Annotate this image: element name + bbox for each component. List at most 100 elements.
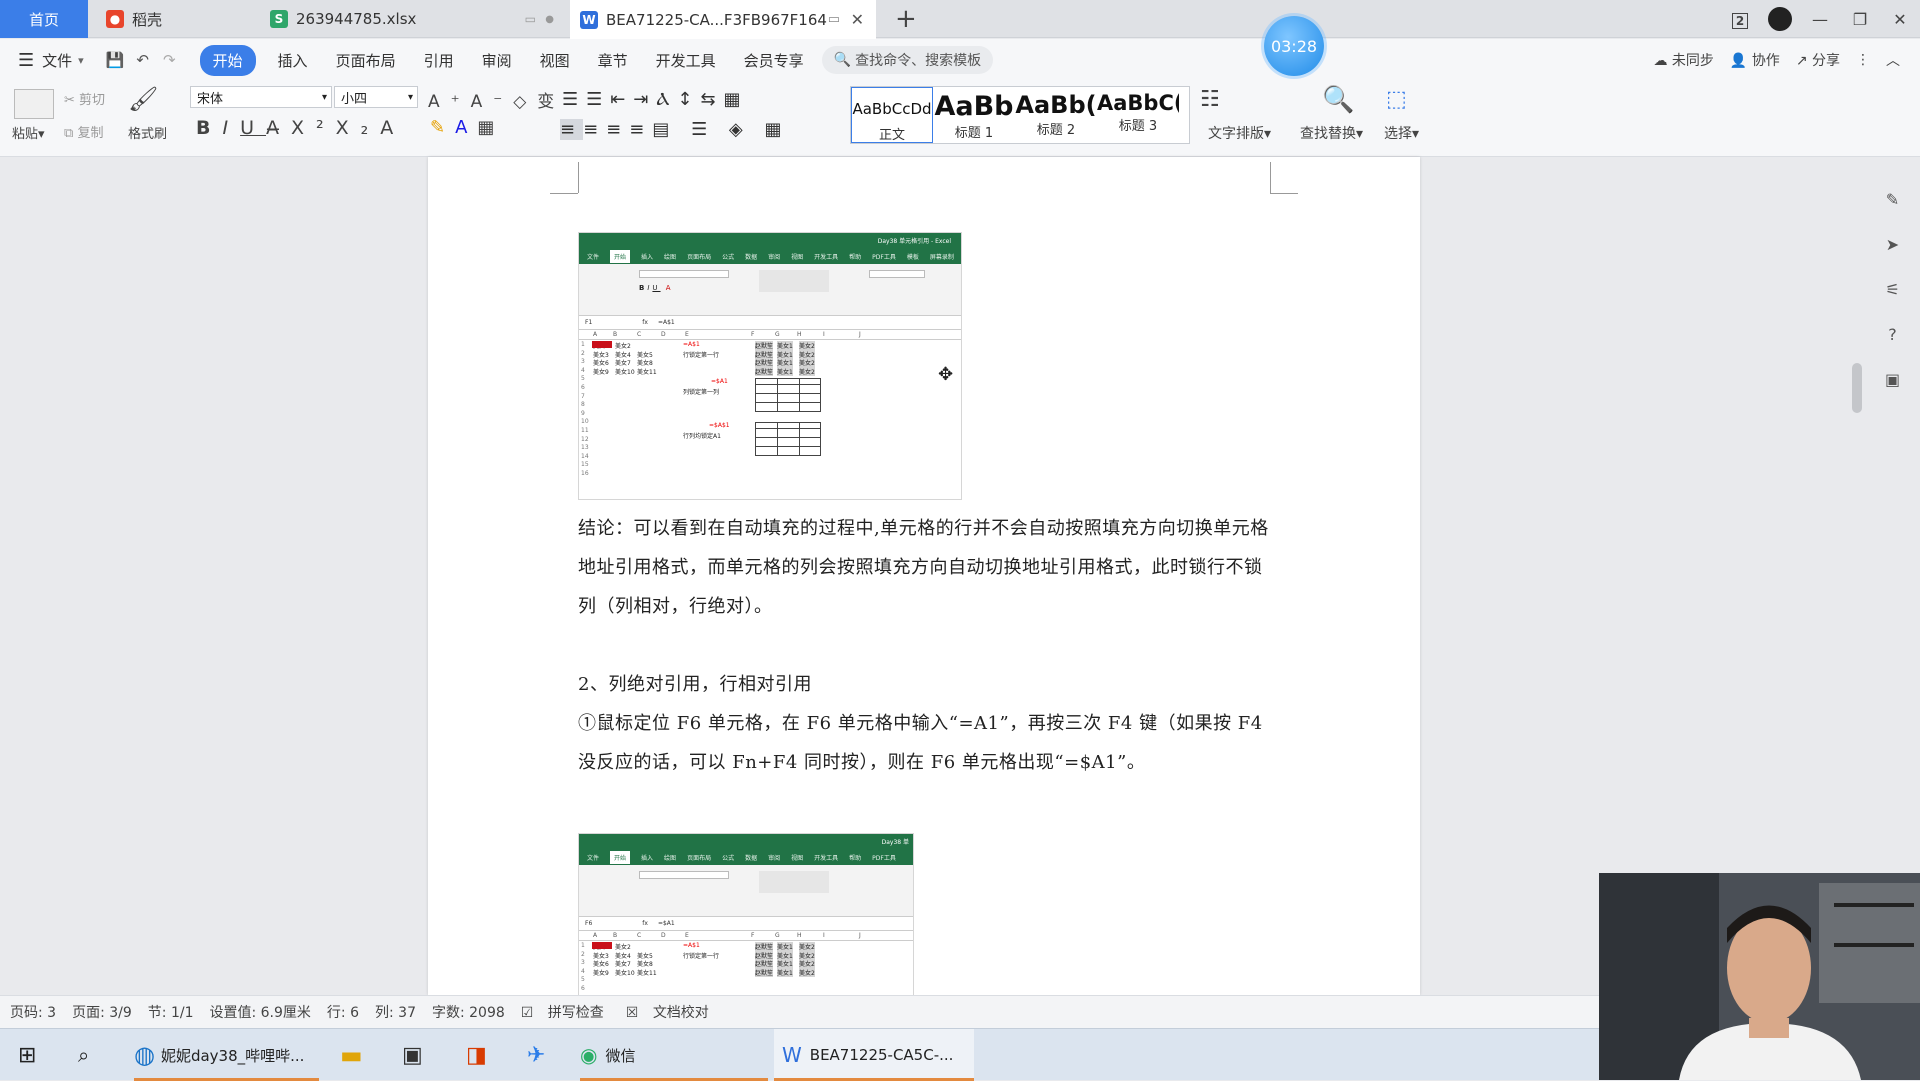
office-icon[interactable]: ◨: [466, 1029, 487, 1081]
proof-button[interactable]: ☒ 文档校对: [626, 1002, 715, 1022]
restore-icon[interactable]: ❐: [1840, 10, 1880, 29]
excel-cell: 赵默笙: [755, 366, 774, 376]
excel-screenshot-2[interactable]: Day38 单 文件 开始 插入 绘图 页面布局 公式 数据 审阅 视图 开发工具 帮助 PDF工具 …: [578, 833, 914, 1003]
font-size-tools[interactable]: A⁺A⁻◇变: [428, 87, 565, 112]
select-button[interactable]: 选择▾: [1384, 123, 1419, 143]
excel-title-bar: Day38 单: [579, 834, 913, 849]
excel-menu-item: 插入: [641, 854, 654, 862]
more-icon[interactable]: ⋮: [1856, 52, 1870, 68]
excel-formula: =A$1: [657, 319, 675, 326]
ribbon-tab-layout[interactable]: 页面布局: [336, 50, 396, 71]
ribbon-tab-review[interactable]: 审阅: [482, 50, 512, 71]
spell-check-button[interactable]: ☑ 拼写检查: [521, 1002, 610, 1022]
feishu-icon[interactable]: ✈: [527, 1029, 545, 1081]
avatar[interactable]: [1760, 7, 1800, 31]
minimize-icon[interactable]: —: [1800, 10, 1840, 29]
format-painter-icon: 🖌: [128, 85, 159, 113]
status-section[interactable]: 节: 1/1: [148, 1002, 194, 1022]
excel-format-tools: BIU A: [639, 284, 674, 292]
row-number: 1: [581, 942, 585, 949]
multi-window-icon[interactable]: 2: [1720, 10, 1760, 29]
tab-xlsx[interactable]: S 263944785.xlsx ▭ ●: [256, 0, 566, 38]
store-icon[interactable]: ▣: [402, 1029, 423, 1081]
sliders-icon[interactable]: ⚟: [1885, 280, 1899, 299]
row-number: 9: [581, 409, 585, 417]
tab-daoke[interactable]: ● 稻壳: [92, 0, 252, 38]
screen-icon[interactable]: ▭: [525, 12, 536, 26]
close-window-icon[interactable]: ✕: [1880, 10, 1920, 29]
status-col[interactable]: 列: 37: [375, 1002, 416, 1022]
save-icon[interactable]: 💾: [106, 51, 125, 69]
sync-button[interactable]: ☁ 未同步: [1653, 50, 1713, 70]
screen-icon[interactable]: ▭: [828, 12, 840, 27]
font-name-select[interactable]: 宋体 ▾: [190, 86, 332, 108]
folder-icon[interactable]: ▬: [340, 1029, 363, 1081]
status-words[interactable]: 字数: 2098: [432, 1002, 505, 1022]
taskbar-wps-doc[interactable]: W BEA71225-CA5C-...: [774, 1029, 974, 1081]
align-tools[interactable]: ≡≡≡≡▤ ☰ ◈ ▦: [560, 119, 790, 140]
status-page[interactable]: 页面: 3/9: [72, 1002, 132, 1022]
style-heading3[interactable]: AaBbC(标题 3: [1097, 87, 1179, 143]
command-search[interactable]: 🔍 查找命令、搜索模板: [821, 46, 994, 74]
vertical-scrollbar[interactable]: [1850, 157, 1864, 995]
ribbon-tab-insert[interactable]: 插入: [278, 50, 308, 71]
cut-button[interactable]: ✂ 剪切: [64, 89, 105, 108]
heading-2[interactable]: 2、列绝对引用，行相对引用: [578, 665, 1278, 704]
menu-icon[interactable]: ☰: [18, 50, 34, 71]
step-1-paragraph[interactable]: ①鼠标定位 F6 单元格，在 F6 单元格中输入“=A1”，再按三次 F4 键（…: [578, 704, 1278, 782]
taskbar-edge[interactable]: ◍ 妮妮day38_哔哩哔...: [134, 1029, 319, 1081]
ribbon-tab-developer[interactable]: 开发工具: [656, 50, 716, 71]
archive-icon[interactable]: ▣: [1885, 370, 1900, 389]
list-tools[interactable]: ☰☰⇤⇥Ⲁ↕⇆▦: [562, 89, 749, 110]
style-heading2[interactable]: AaBb(标题 2: [1015, 87, 1097, 143]
search-icon[interactable]: ⌕: [78, 1029, 89, 1081]
font-size-select[interactable]: 小四 ▾: [334, 86, 418, 108]
new-tab-button[interactable]: +: [895, 6, 917, 32]
column-header: I: [823, 331, 825, 338]
conclusion-paragraph[interactable]: 结论：可以看到在自动填充的过程中,单元格的行并不会自动按照填充方向切换单元格地址…: [578, 509, 1278, 626]
excel-screenshot-1[interactable]: Day38 单元格引用 - Excel 文件 开始 插入 绘图 页面布局 公式 数据 审阅 视图…: [578, 232, 962, 500]
find-replace-button[interactable]: 查找替换▾: [1300, 123, 1363, 143]
collab-button[interactable]: 👤 协作: [1730, 50, 1780, 70]
tab-document[interactable]: W BEA71225-CA...F3FB967F164 ▭ ✕: [570, 0, 876, 39]
scrollbar-thumb[interactable]: [1852, 363, 1862, 413]
close-icon[interactable]: ✕: [851, 10, 864, 29]
tab-home[interactable]: 首页: [0, 0, 88, 38]
row-number: 3: [581, 358, 585, 366]
document-page[interactable]: Day38 单元格引用 - Excel 文件 开始 插入 绘图 页面布局 公式 数据 审阅 视图…: [428, 157, 1420, 1003]
style-heading1-sample: AaBb: [934, 91, 1014, 122]
help-icon[interactable]: ?: [1888, 325, 1897, 344]
pen-icon[interactable]: ✎: [1886, 190, 1899, 209]
excel-menu-item: 帮助: [849, 253, 862, 261]
paste-button[interactable]: 粘贴▾: [12, 123, 45, 142]
ribbon-tab-chapter[interactable]: 章节: [598, 50, 628, 71]
share-button[interactable]: ↗ 分享: [1796, 50, 1840, 70]
start-icon[interactable]: ⊞: [18, 1029, 36, 1081]
status-setting[interactable]: 设置值: 6.9厘米: [209, 1002, 310, 1022]
style-heading3-sample: AaBbC(: [1097, 91, 1179, 115]
user-icon: 👤: [1729, 53, 1748, 69]
highlight-tools[interactable]: ✎A▦: [430, 117, 504, 138]
recording-timer[interactable]: 03:28: [1264, 16, 1324, 76]
pointer-icon[interactable]: ➤: [1886, 235, 1899, 254]
undo-icon[interactable]: ↶: [136, 51, 149, 69]
redo-icon[interactable]: ↷: [163, 51, 176, 69]
ribbon-tab-file[interactable]: 文件: [42, 50, 72, 71]
text-layout-button[interactable]: 文字排版▾: [1208, 123, 1271, 143]
excel-note: =$A$1: [709, 422, 730, 429]
taskbar-wechat[interactable]: ◉ 微信: [580, 1029, 768, 1081]
status-row[interactable]: 行: 6: [327, 1002, 359, 1022]
empty-table: [755, 422, 821, 456]
status-page-code[interactable]: 页码: 3: [10, 1002, 56, 1022]
ribbon-tab-home[interactable]: 开始: [199, 44, 256, 76]
text-format-tools[interactable]: BIUA̶X²X₂A: [196, 117, 405, 139]
copy-button[interactable]: ⧉ 复制: [64, 122, 103, 141]
chevron-down-icon[interactable]: ▾: [78, 54, 84, 67]
ribbon-tab-member[interactable]: 会员专享: [744, 50, 804, 71]
ribbon-tab-view[interactable]: 视图: [540, 50, 570, 71]
ribbon-tab-references[interactable]: 引用: [424, 50, 454, 71]
format-painter-button[interactable]: 格式刷: [128, 123, 167, 142]
style-normal[interactable]: AaBbCcDd 正文: [851, 87, 933, 143]
style-heading1[interactable]: AaBb 标题 1: [933, 87, 1015, 143]
collapse-icon[interactable]: ︿: [1886, 50, 1900, 70]
